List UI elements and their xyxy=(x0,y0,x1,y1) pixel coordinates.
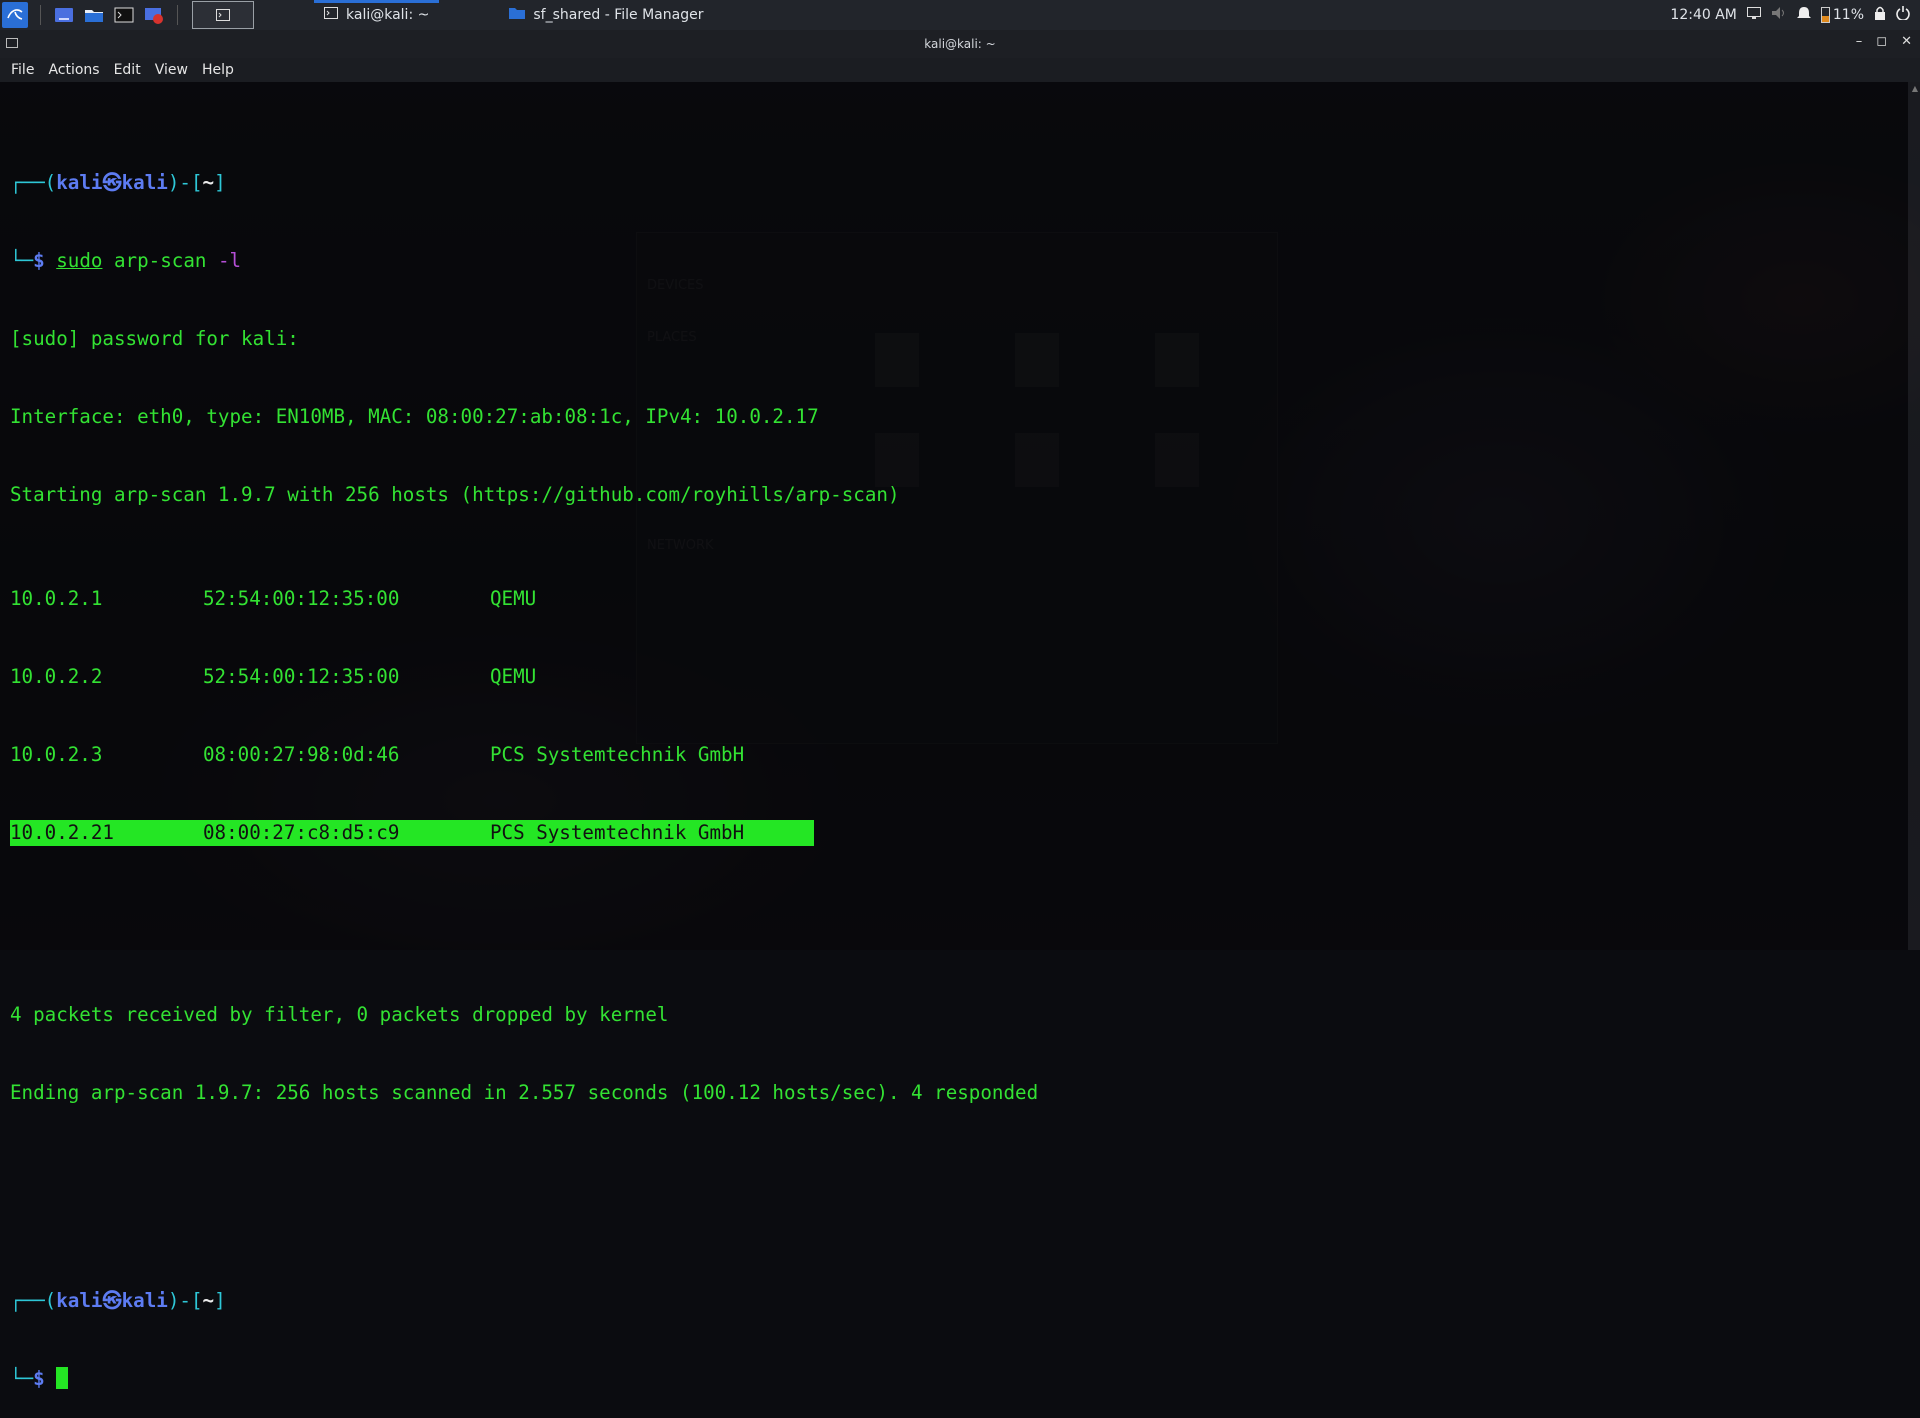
host-ip: 10.0.2.3 xyxy=(10,743,103,766)
clock[interactable]: 12:40 AM xyxy=(1670,7,1736,23)
panel-separator xyxy=(177,5,178,25)
output-line: Interface: eth0, type: EN10MB, MAC: 08:0… xyxy=(10,405,819,428)
folder-icon xyxy=(509,7,526,23)
taskbar-item-terminal[interactable]: kali@kali: ~ xyxy=(314,0,440,30)
host-mac: 52:54:00:12:35:00 xyxy=(203,665,400,688)
host-vendor: QEMU xyxy=(490,665,537,688)
workspace-switcher[interactable] xyxy=(192,1,254,29)
terminal-titlebar[interactable]: kali@kali: ~ – ◻ ✕ xyxy=(0,30,1920,58)
taskbar-item-file-manager[interactable]: sf_shared - File Manager xyxy=(499,0,713,30)
show-desktop-icon[interactable] xyxy=(53,4,75,26)
terminal-output[interactable]: ┌──(kali㉿kali)-[~] └─$ sudo arp-scan -l … xyxy=(10,92,1038,1418)
close-icon[interactable]: ✕ xyxy=(1901,34,1912,49)
host-vendor: QEMU xyxy=(490,587,537,610)
menu-help[interactable]: Help xyxy=(195,62,241,78)
command-text: arp-scan xyxy=(102,249,218,272)
output-line: 4 packets received by filter, 0 packets … xyxy=(10,1003,669,1026)
maximize-icon[interactable]: ◻ xyxy=(1876,34,1887,49)
battery-indicator[interactable]: 11% xyxy=(1820,7,1864,23)
volume-muted-icon[interactable] xyxy=(1771,6,1787,24)
menu-file[interactable]: File xyxy=(4,62,41,78)
file-manager-launcher-icon[interactable] xyxy=(83,4,105,26)
kali-menu-icon[interactable] xyxy=(2,2,28,28)
power-icon[interactable] xyxy=(1896,6,1910,24)
terminal-menubar: File Actions Edit View Help xyxy=(0,58,1920,82)
terminal-icon xyxy=(216,9,230,21)
text-selection: 10.0.2.21 08:00:27:c8:d5:c9 PCS Systemtech… xyxy=(10,820,814,846)
notification-bell-icon[interactable] xyxy=(1796,6,1811,24)
host-row-selected: 10.0.2.21 08:00:27:c8:d5:c9 PCS Systemtech… xyxy=(10,820,1038,846)
terminal-launcher-icon[interactable] xyxy=(113,4,135,26)
host-ip: 10.0.2.2 xyxy=(10,665,103,688)
host-row: 10.0.2.2 52:54:00:12:35:00 QEMU xyxy=(10,664,1038,690)
lock-icon[interactable] xyxy=(1874,6,1886,24)
browser-launcher-icon[interactable] xyxy=(143,4,165,26)
launcher-bar xyxy=(0,0,254,30)
battery-percent: 11% xyxy=(1832,7,1864,23)
host-mac: 52:54:00:12:35:00 xyxy=(203,587,400,610)
input-line[interactable]: └─$ xyxy=(10,1366,1038,1392)
host-vendor: PCS Systemtechnik GmbH xyxy=(490,821,745,844)
system-tray: 12:40 AM 11% xyxy=(1670,6,1920,24)
menu-actions[interactable]: Actions xyxy=(41,62,106,78)
host-vendor: PCS Systemtechnik GmbH xyxy=(490,743,745,766)
window-title: kali@kali: ~ xyxy=(924,37,996,51)
text-cursor xyxy=(56,1367,69,1389)
command-flag: -l xyxy=(217,249,242,272)
host-row: 10.0.2.3 08:00:27:98:0d:46 PCS Systemtechn… xyxy=(10,742,1038,768)
command-line: └─$ sudo arp-scan -l xyxy=(10,249,242,272)
panel-separator xyxy=(40,5,41,25)
output-line: Ending arp-scan 1.9.7: 256 hosts scanned… xyxy=(10,1081,1039,1104)
host-ip: 10.0.2.1 xyxy=(10,587,103,610)
scroll-up-icon[interactable]: ▲ xyxy=(1912,84,1918,93)
prompt-line: ┌──(kali㉿kali)-[~] xyxy=(10,171,226,194)
host-row: 10.0.2.1 52:54:00:12:35:00 QEMU xyxy=(10,586,1038,612)
window-menu-icon[interactable] xyxy=(6,38,18,48)
terminal-scrollbar[interactable] xyxy=(1908,82,1920,950)
prompt-line: ┌──(kali㉿kali)-[~] xyxy=(10,1289,226,1312)
terminal-icon xyxy=(324,7,338,23)
command-sudo: sudo xyxy=(56,249,103,272)
host-mac: 08:00:27:c8:d5:c9 xyxy=(203,821,400,844)
top-panel: kali@kali: ~ sf_shared - File Manager 12… xyxy=(0,0,1920,30)
battery-icon xyxy=(1820,7,1830,23)
output-line: Starting arp-scan 1.9.7 with 256 hosts (… xyxy=(10,483,900,506)
host-mac: 08:00:27:98:0d:46 xyxy=(203,743,400,766)
menu-edit[interactable]: Edit xyxy=(107,62,148,78)
menu-view[interactable]: View xyxy=(148,62,195,78)
taskbar-item-label: sf_shared - File Manager xyxy=(533,7,704,23)
taskbar-item-label: kali@kali: ~ xyxy=(346,7,430,23)
host-ip: 10.0.2.21 xyxy=(10,821,114,844)
window-controls: – ◻ ✕ xyxy=(1856,34,1912,49)
output-line: [sudo] password for kali: xyxy=(10,327,299,350)
display-icon[interactable] xyxy=(1746,7,1761,23)
minimize-icon[interactable]: – xyxy=(1856,34,1863,49)
